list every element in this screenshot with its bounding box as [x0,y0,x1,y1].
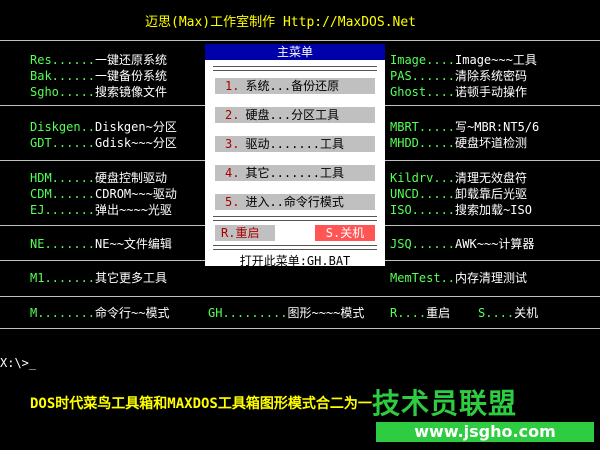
menu-item-4[interactable]: 4. 其它.......工具 [215,165,375,181]
right-item-kildrv[interactable]: Kildrv...清理无效盘符 [390,171,527,185]
shutdown-button[interactable]: S.关机 [315,225,375,241]
right-item-mbrt[interactable]: MBRT.....写~MBR:NT5/6 [390,120,539,134]
right-item-uncd[interactable]: UNCD.....卸载靠后光驱 [390,187,527,201]
menu-item-5[interactable]: 5. 进入..命令行模式 [215,194,375,210]
menu-separator [213,216,377,221]
right-item-ghost[interactable]: Ghost....诺顿手动操作 [390,85,527,99]
right-item-iso[interactable]: ISO......搜索加载~ISO [390,203,532,217]
restart-button[interactable]: R.重启 [215,225,275,241]
menu-separator [213,245,377,250]
left-item-ne[interactable]: NE.......NE~~文件编辑 [30,237,172,251]
left-item-ej[interactable]: EJ.......弹出~~~~光驱 [30,203,172,217]
menu-item-2[interactable]: 2. 硬盘...分区工具 [215,107,375,123]
menu-item-3[interactable]: 3. 驱动.......工具 [215,136,375,152]
left-item-m[interactable]: M........命令行~~模式 [30,306,169,320]
right-item-jsq[interactable]: JSQ......AWK~~~计算器 [390,237,534,251]
left-item-gdt[interactable]: GDT......Gdisk~~~分区 [30,136,177,150]
main-menu-dialog: 主菜单 1. 系统...备份还原 2. 硬盘...分区工具 3. 驱动.......工… [205,44,385,268]
header-title: 迈思(Max)工作室制作 Http://MaxDOS.Net [145,15,417,30]
command-prompt[interactable]: X:\>_ [0,356,36,370]
left-item-bak[interactable]: Bak......一键备份系统 [30,69,167,83]
right-item-pas[interactable]: PAS......清除系统密码 [390,69,527,83]
right-item-memtest[interactable]: MemTest..内存清理测试 [390,271,527,285]
watermark-url: www.jsgho.com [376,422,594,442]
left-item-m1[interactable]: M1.......其它更多工具 [30,271,167,285]
menu-open-hint: 打开此菜单:GH.BAT [239,254,351,268]
menu-item-1[interactable]: 1. 系统...备份还原 [215,78,375,94]
main-menu-title: 主菜单 [205,44,385,60]
bottom-item-gh[interactable]: GH.........图形~~~~模式 [208,306,364,320]
footer-caption: DOS时代菜鸟工具箱和MAXDOS工具箱图形模式合二为一 [30,396,372,412]
watermark-logo: 技术员联盟 [372,387,518,420]
bottom-item-shutdown[interactable]: S....关机 [478,306,538,320]
right-item-image[interactable]: Image....Image~~~工具 [390,53,537,67]
left-item-sgho[interactable]: Sgho.....搜索镜像文件 [30,85,167,99]
bottom-item-restart[interactable]: R....重启 [390,306,450,320]
left-item-cdm[interactable]: CDM......CDROM~~~驱动 [30,187,177,201]
divider [0,296,600,297]
left-item-hdm[interactable]: HDM......硬盘控制驱动 [30,171,167,185]
left-item-diskgen[interactable]: Diskgen..Diskgen~分区 [30,120,177,134]
menu-separator [213,66,377,71]
divider [0,40,600,41]
right-item-mhdd[interactable]: MHDD.....硬盘坏道检测 [390,136,527,150]
left-item-res[interactable]: Res......一键还原系统 [30,53,167,67]
divider [0,328,600,329]
